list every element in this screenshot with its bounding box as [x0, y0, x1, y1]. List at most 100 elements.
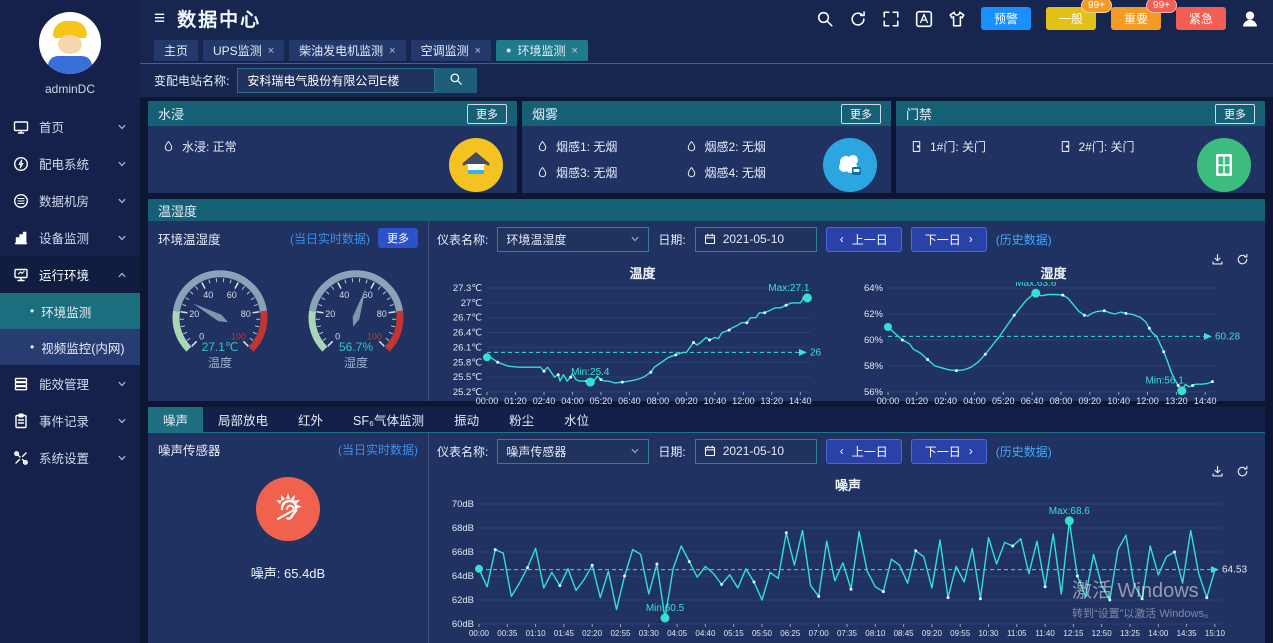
smoke-cloud-icon: [823, 138, 877, 192]
door-panel-more-button[interactable]: 更多: [1215, 104, 1255, 124]
sidebar-menu: 首页配电系统数据机房设备监测运行环境•环境监测•视频监控(内网)能效管理事件记录…: [0, 108, 140, 643]
sensor-tab-红外[interactable]: 红外: [283, 407, 338, 432]
download-icon[interactable]: [1211, 253, 1224, 266]
tab-close-icon[interactable]: ×: [389, 45, 395, 57]
refresh-icon[interactable]: [1236, 465, 1249, 478]
chart-plot-湿度: 56%58%60%62%64%00:0001:2002:4004:0005:20…: [848, 282, 1259, 415]
svg-text:03:30: 03:30: [639, 629, 660, 638]
station-search-button[interactable]: [435, 68, 477, 93]
alarm-button-紧急[interactable]: 紧急: [1176, 7, 1226, 30]
sensor-tab-SF₆气体监测[interactable]: SF₆气体监测: [338, 407, 439, 432]
svg-text:27℃: 27℃: [461, 298, 483, 309]
svg-text:09:55: 09:55: [950, 629, 971, 638]
tab-close-icon[interactable]: ×: [268, 45, 274, 57]
download-icon[interactable]: [1211, 465, 1224, 478]
alarm-button-预警[interactable]: 预警: [981, 7, 1031, 30]
alarm-badge: 99+: [1081, 0, 1112, 13]
sensor-tab-粉尘[interactable]: 粉尘: [494, 407, 549, 432]
calendar-icon: [704, 445, 716, 457]
sidebar-item-首页[interactable]: 首页: [0, 108, 140, 145]
date-value: 2021-05-10: [723, 232, 784, 246]
theme-icon[interactable]: [948, 10, 966, 28]
noise-meter-select[interactable]: 噪声传感器: [497, 439, 649, 464]
temp-history-link[interactable]: (历史数据): [996, 231, 1052, 248]
alarm-button-重要[interactable]: 重要99+: [1111, 7, 1161, 30]
alarm-badge: 99+: [1146, 0, 1177, 13]
bullet: •: [30, 340, 34, 354]
temp-meter-select[interactable]: 环境温湿度: [497, 227, 649, 252]
sidebar-item-系统设置[interactable]: 系统设置: [0, 439, 140, 476]
smoke-panel-items: 烟感1: 无烟烟感2: 无烟烟感3: 无烟烟感4: 无烟: [536, 138, 823, 192]
font-size-icon[interactable]: [915, 10, 933, 28]
temp-chart-io-icons: [437, 253, 1249, 266]
sensor-tab-局部放电[interactable]: 局部放电: [203, 407, 283, 432]
svg-text:01:10: 01:10: [526, 629, 547, 638]
noise-prev-day-button[interactable]: ‹上一日: [826, 439, 902, 464]
alarm-button-一般[interactable]: 一般99+: [1046, 7, 1096, 30]
data-center-app: adminDC 首页配电系统数据机房设备监测运行环境•环境监测•视频监控(内网)…: [0, 0, 1273, 643]
chevron-down-icon: [630, 234, 640, 244]
temp-humidity-more-button[interactable]: 更多: [378, 228, 418, 248]
noise-date-input[interactable]: 2021-05-10: [695, 439, 817, 464]
sidebar: adminDC 首页配电系统数据机房设备监测运行环境•环境监测•视频监控(内网)…: [0, 0, 140, 643]
tab-close-icon[interactable]: ×: [475, 45, 481, 57]
svg-text:04:40: 04:40: [695, 629, 716, 638]
sidebar-item-运行环境[interactable]: 运行环境: [0, 256, 140, 293]
smoke-panel: 烟雾更多烟感1: 无烟烟感2: 无烟烟感3: 无烟烟感4: 无烟: [522, 101, 891, 193]
station-name-input[interactable]: 安科瑞电气股份有限公司E楼: [237, 68, 435, 93]
tab-空调监测[interactable]: 空调监测×: [411, 40, 491, 61]
temp-humidity-card: 环境温湿度 (当日实时数据) 更多 02040608010027.1℃温度020…: [148, 221, 429, 401]
status-item-text: 烟感3: 无烟: [556, 164, 617, 181]
svg-text:09:20: 09:20: [922, 629, 943, 638]
noise-next-day-button[interactable]: 下一日›: [911, 439, 987, 464]
sidebar-item-事件记录[interactable]: 事件记录: [0, 402, 140, 439]
flood-house-icon: [449, 138, 503, 192]
noise-history-link[interactable]: (历史数据): [996, 443, 1052, 460]
svg-text:08:10: 08:10: [865, 629, 886, 638]
sidebar-subitem-环境监测[interactable]: •环境监测: [0, 293, 140, 329]
sidebar-item-数据机房[interactable]: 数据机房: [0, 182, 140, 219]
sidebar-item-能效管理[interactable]: 能效管理: [0, 365, 140, 402]
topbar: ≡ 数据中心 预警一般99+ 重要99+ 紧急: [140, 0, 1273, 37]
smoke-panel-more-button[interactable]: 更多: [841, 104, 881, 124]
avatar[interactable]: [39, 12, 101, 74]
svg-text:08:00: 08:00: [1050, 396, 1073, 406]
temp-next-day-button[interactable]: 下一日›: [911, 227, 987, 252]
status-item-text: 烟感4: 无烟: [705, 164, 766, 181]
sidebar-subitem-视频监控(内网)[interactable]: •视频监控(内网): [0, 329, 140, 365]
station-filter-row: 变配电站名称: 安科瑞电气股份有限公司E楼: [140, 64, 1273, 97]
sidebar-item-配电系统[interactable]: 配电系统: [0, 145, 140, 182]
tab-环境监测[interactable]: ●环境监测×: [496, 40, 588, 61]
tab-UPS监测[interactable]: UPS监测 ×: [203, 40, 284, 61]
door-big-icon: [1197, 138, 1251, 192]
noise-sensor-icon: [256, 477, 320, 541]
sensor-tab-振动[interactable]: 振动: [439, 407, 494, 432]
status-item: 烟感4: 无烟: [685, 164, 824, 181]
gauge-温度: 02040608010027.1℃温度: [153, 258, 287, 389]
tab-主页[interactable]: 主页: [154, 40, 198, 61]
sidebar-item-设备监测[interactable]: 设备监测: [0, 219, 140, 256]
temp-date-input[interactable]: 2021-05-10: [695, 227, 817, 252]
tab-柴油发电机监测[interactable]: 柴油发电机监测×: [289, 40, 405, 61]
tab-label: UPS监测: [213, 42, 262, 59]
content: 水浸更多水浸: 正常烟雾更多烟感1: 无烟烟感2: 无烟烟感3: 无烟烟感4: …: [140, 97, 1273, 643]
sensor-tab-噪声[interactable]: 噪声: [148, 407, 203, 432]
noise-chart-zone: 仪表名称:噪声传感器日期:2021-05-10‹上一日下一日›(历史数据) 噪声…: [429, 433, 1265, 643]
search-icon[interactable]: [816, 10, 834, 28]
hamburger-menu-icon[interactable]: ≡: [154, 9, 165, 28]
water-panel-more-button[interactable]: 更多: [467, 104, 507, 124]
refresh-icon[interactable]: [1236, 253, 1249, 266]
svg-text:13:25: 13:25: [1120, 629, 1141, 638]
temperature-chart: 温度25.2℃25.5℃25.8℃26.1℃26.4℃26.7℃27℃27.3℃…: [437, 266, 848, 401]
svg-text:64dB: 64dB: [452, 571, 474, 582]
user-icon[interactable]: [1241, 10, 1259, 28]
svg-text:26.4℃: 26.4℃: [453, 328, 482, 339]
refresh-icon[interactable]: [849, 10, 867, 28]
app-title: 数据中心: [177, 5, 261, 32]
noise-section: 噪声局部放电红外SF₆气体监测振动粉尘水位 噪声传感器 (当日实时数据) 噪声:…: [148, 407, 1265, 643]
sensor-tab-水位[interactable]: 水位: [549, 407, 604, 432]
tab-close-icon[interactable]: ×: [572, 45, 578, 57]
status-item-text: 水浸: 正常: [182, 138, 237, 155]
temp-prev-day-button[interactable]: ‹上一日: [826, 227, 902, 252]
fullscreen-icon[interactable]: [882, 10, 900, 28]
